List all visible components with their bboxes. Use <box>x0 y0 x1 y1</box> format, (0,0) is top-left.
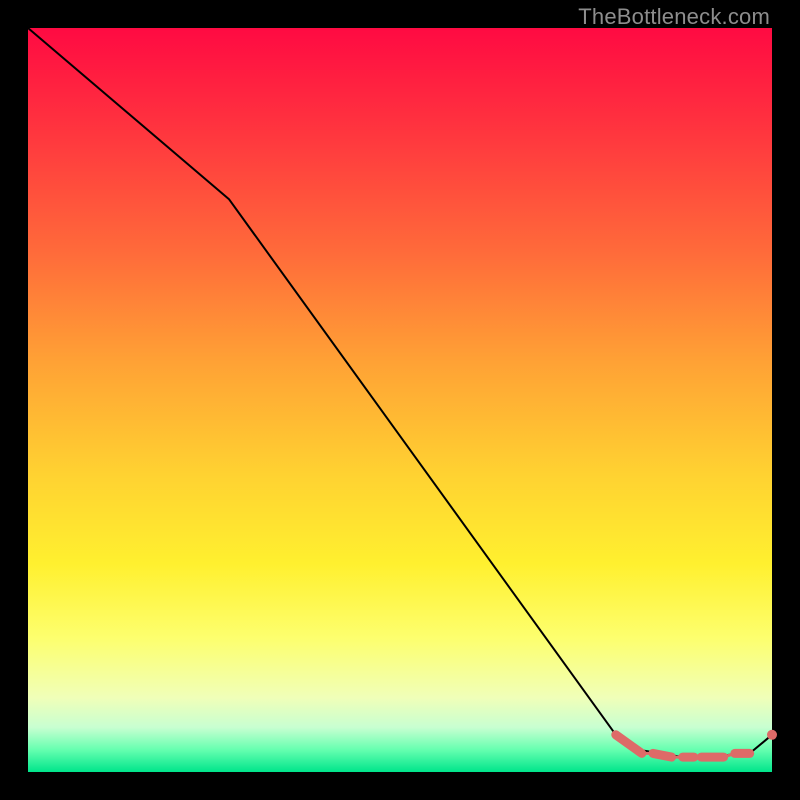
band-segment <box>616 735 642 754</box>
recommendation-band <box>616 735 750 757</box>
end-dot <box>767 730 777 740</box>
band-segment <box>653 753 672 757</box>
watermark-text: TheBottleneck.com <box>578 4 770 30</box>
chart-stage: TheBottleneck.com <box>0 0 800 800</box>
bottleneck-curve <box>28 28 772 757</box>
chart-overlay <box>28 28 772 772</box>
